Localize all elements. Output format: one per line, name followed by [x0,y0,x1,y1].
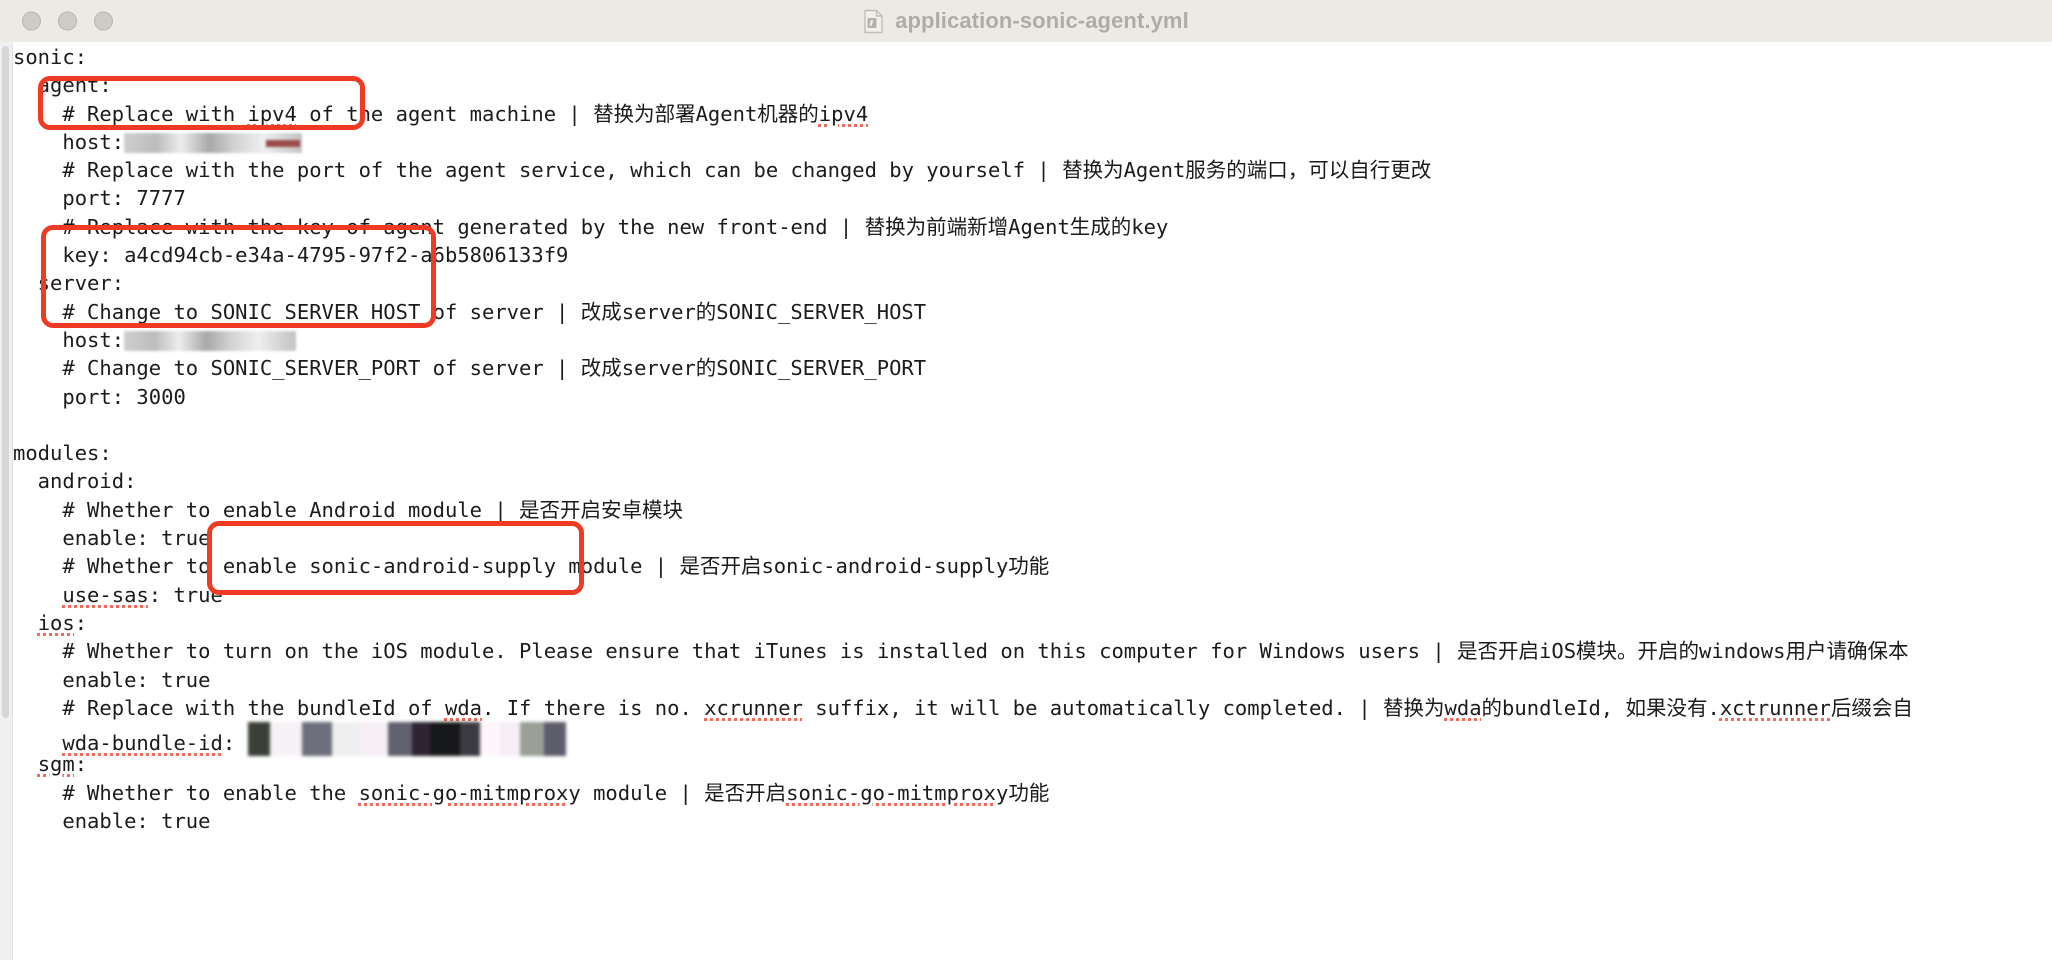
code-line: # Whether to turn on the iOS module. Ple… [13,637,2052,665]
code-line-text: : [74,610,88,635]
code-line-text: # Whether to enable sonic-android-supply… [13,554,1050,579]
code-line: agent: [13,71,2052,99]
close-button[interactable] [22,11,41,31]
window-title-group: application-sonic-agent.yml [0,0,2052,42]
code-line: # Replace with the port of the agent ser… [13,156,2052,184]
code-line: # Replace with the key of agent generate… [13,213,2052,241]
redacted-value [124,330,297,351]
yaml-document-icon [864,9,883,33]
code-line-text: sonic: [13,45,88,69]
code-line: android: [13,467,2052,495]
redacted-value [247,722,566,757]
code-line: enable: true [13,807,2052,835]
window-titlebar: application-sonic-agent.yml [0,0,2052,43]
code-line-text: of the agent machine | 替换为部署Agent机器的 [296,101,819,126]
code-line: # Replace with ipv4 of the agent machine… [13,100,2052,128]
editor-gutter [0,42,13,960]
code-line-text: modules: [13,441,112,466]
code-line-text: : [222,731,248,756]
code-line: ios: [13,609,2052,637]
code-line-text: host: [13,129,125,154]
code-line-text: # Change to SONIC_SERVER_HOST of server … [13,299,927,324]
spellcheck-word: wda [1444,695,1482,720]
code-line-wda-bundle-id: wda-bundle-id: [13,722,2052,757]
code-line-text: . If there is no. [482,695,705,720]
code-line: enable: true [13,666,2052,694]
code-line: use-sas: true [13,581,2052,609]
code-line: modules: [13,439,2052,467]
code-line-host-server: host: [13,326,2052,354]
vertical-scrollbar-thumb[interactable] [2,46,9,718]
code-line-text: key: a4cd94cb-e34a-4795-97f2-a6b5806133f… [13,243,569,268]
code-line-text: # Whether to turn on the iOS module. Ple… [13,639,1909,664]
code-line: # Replace with the bundleId of wda. If t… [13,694,2052,722]
code-line-text: module | 是否开启 [580,780,787,805]
code-line-server-port: port: 3000 [13,383,2052,411]
code-line: enable: true [13,524,2052,552]
code-line-text: # Whether to enable the [13,780,359,805]
code-editor-area[interactable]: sonic: agent: # Replace with ipv4 of the… [13,42,2052,960]
spellcheck-word: sgm [37,752,75,777]
code-line-text: # Replace with the port of the agent ser… [13,158,1432,183]
editor-window: application-sonic-agent.yml sonic: agent… [0,0,2052,960]
code-line-text: # Replace with the key of agent generate… [13,214,1169,239]
code-line-text: server: [13,271,125,296]
spellcheck-word: sonic-go-mitmproxy [786,780,1009,805]
code-line: # Change to SONIC_SERVER_HOST of server … [13,298,2052,326]
code-line-text: port: 3000 [13,384,186,409]
code-line: # Whether to enable sonic-android-supply… [13,552,2052,580]
code-line-host-agent: host: [13,128,2052,156]
code-line-agent-key: key: a4cd94cb-e34a-4795-97f2-a6b5806133f… [13,241,2052,269]
code-line-text: enable: true [13,809,211,834]
code-line-text: suffix, it will be automatically complet… [802,695,1445,720]
spellcheck-word: ipv4 [818,101,869,126]
code-line-text: enable: true [13,667,211,692]
spellcheck-word: use-sas [62,582,149,607]
code-line-text: # Whether to enable Android module | 是否开… [13,497,684,522]
spellcheck-word: ipv4 [247,101,297,126]
code-line-text: agent: [13,73,112,98]
window-title: application-sonic-agent.yml [895,8,1189,33]
spellcheck-word: wda [444,695,483,720]
code-line: # Whether to enable the sonic-go-mitmpro… [13,779,2052,807]
code-line: # Change to SONIC_SERVER_PORT of server … [13,354,2052,382]
code-line: sonic: [13,43,2052,71]
spellcheck-word: sonic-go-mitmproxy [358,780,581,805]
code-line-text: # Replace with the bundleId of [13,695,445,720]
code-line-text: host: [13,327,125,352]
code-line-text: 的bundleId, 如果没有. [1481,695,1720,720]
spellcheck-word: xctrunner [1719,695,1831,720]
code-line-text: # Replace with [13,101,248,126]
minimize-button[interactable] [58,11,77,31]
code-line: server: [13,269,2052,297]
redaction-artifact [266,139,301,147]
code-line-text: 后缀会自 [1830,695,1913,720]
spellcheck-word: xcrunner [704,695,803,720]
zoom-button[interactable] [94,11,113,31]
code-line-text: android: [13,469,137,494]
code-line-text: : [74,752,88,777]
code-line-text: enable: true [13,526,211,551]
code-line-text: port: 7777 [13,186,186,211]
code-line: # Whether to enable Android module | 是否开… [13,496,2052,524]
code-line-text: 功能 [1008,780,1050,805]
window-controls [22,11,113,31]
code-line-text: # Change to SONIC_SERVER_PORT of server … [13,356,927,381]
spellcheck-word: ios [37,610,75,635]
code-line: port: 7777 [13,184,2052,212]
code-line-text: : true [148,582,223,607]
